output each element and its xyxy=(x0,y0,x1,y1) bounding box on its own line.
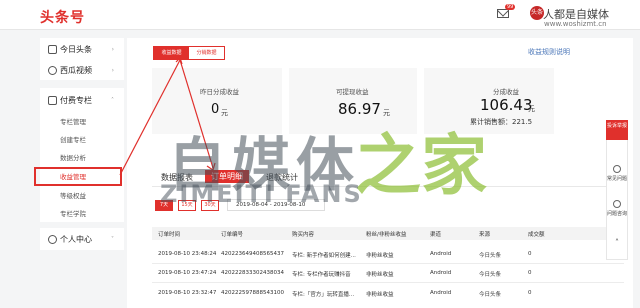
watermark-overlay-latin: ZIMEITI FANS xyxy=(160,180,363,208)
watermark-overlay-green: 之家 xyxy=(355,127,487,204)
